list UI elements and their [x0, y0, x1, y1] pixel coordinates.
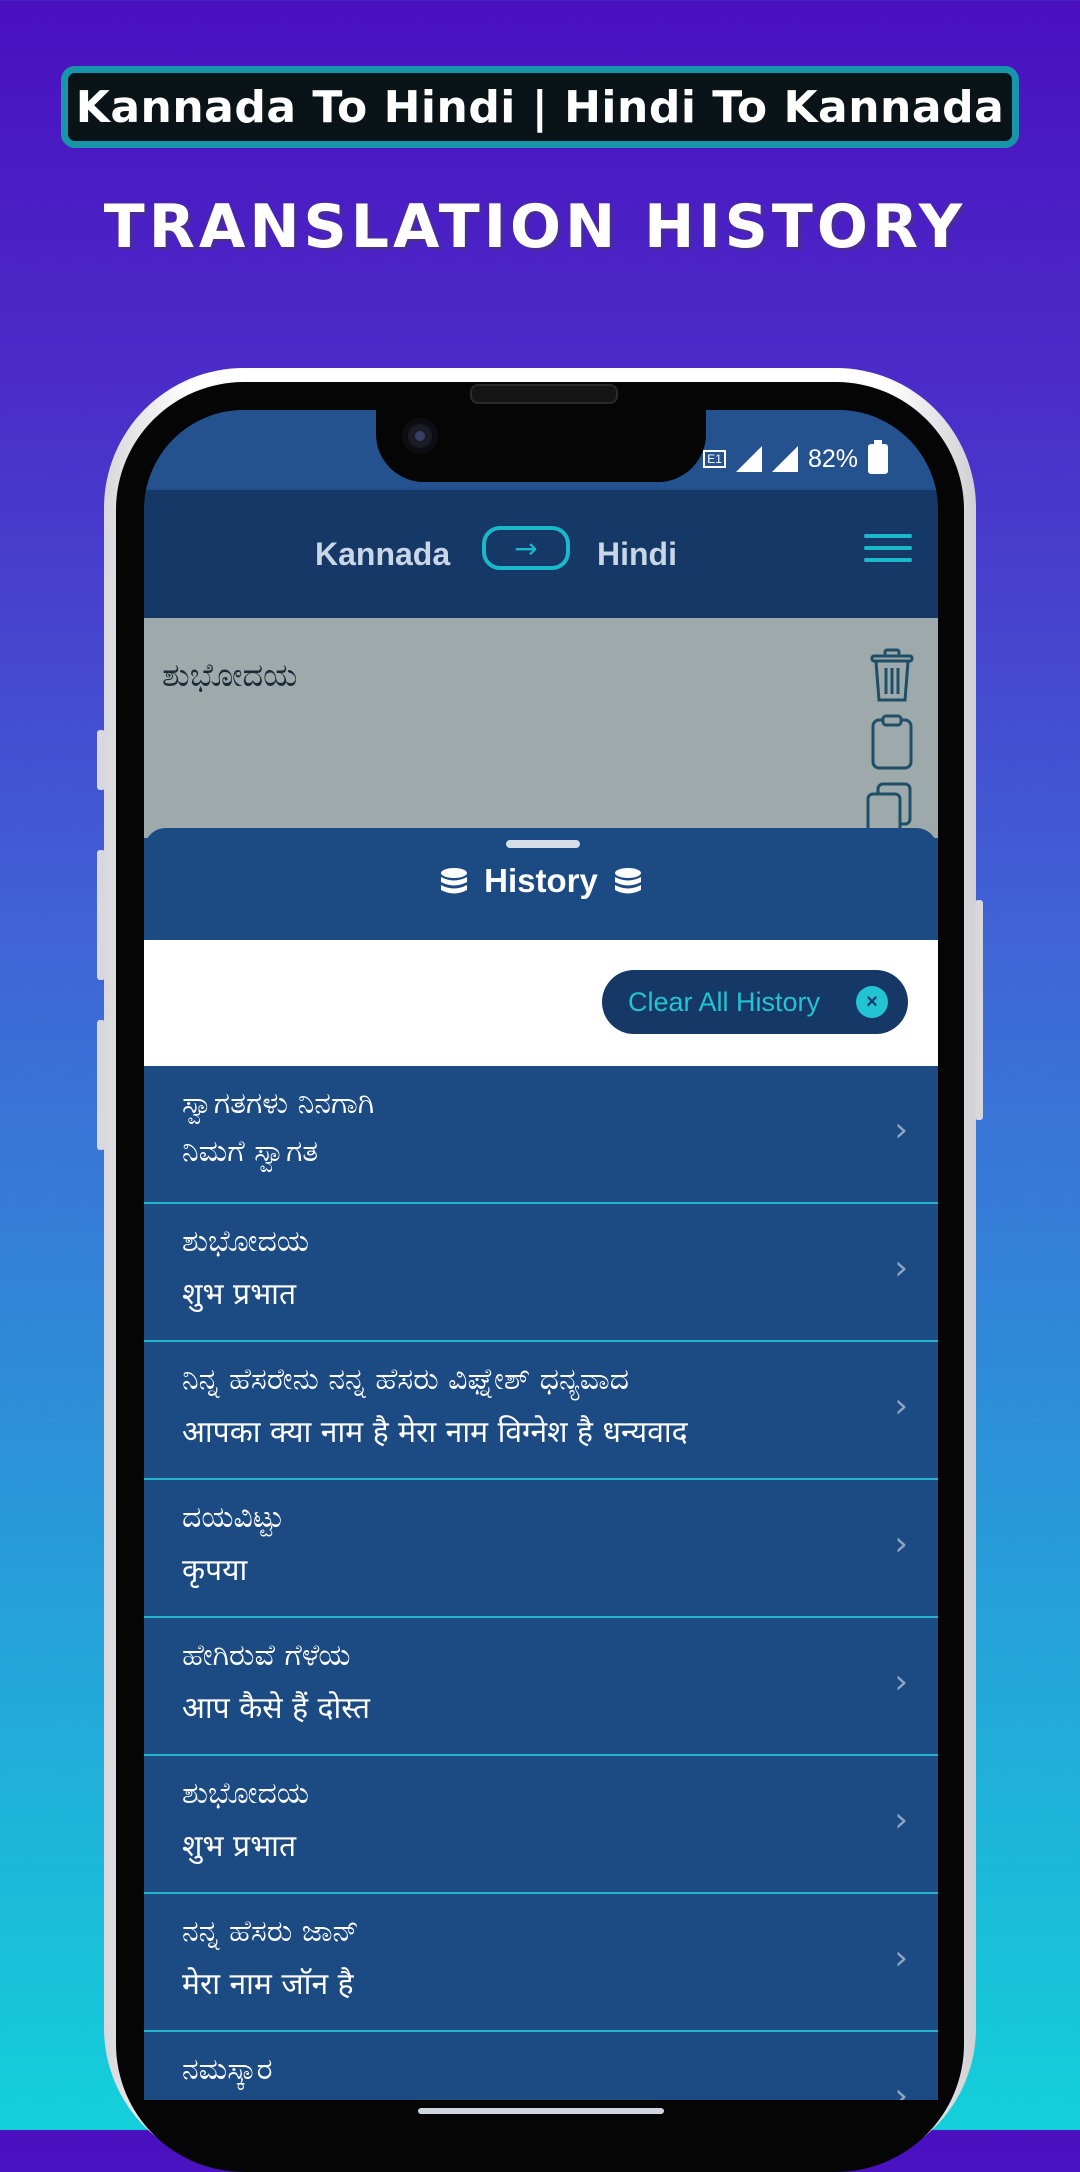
- history-item[interactable]: ಶುಭೋದಯ शुभ प्रभात ›: [144, 1756, 938, 1894]
- history-item-hindi: ನಿಮಗೆ ಸ್ವಾಗತ: [182, 1134, 319, 1169]
- signal-icon: [735, 446, 762, 472]
- history-item-hindi: शुभ प्रभात: [182, 1277, 297, 1312]
- home-indicator[interactable]: [418, 2108, 664, 2114]
- history-item-kannada: ಸ್ವಾಗತಗಳು ನಿನಗಾಗಿ: [182, 1086, 375, 1121]
- history-item[interactable]: ಸ್ವಾಗತಗಳು ನಿನಗಾಗಿ ನಿಮಗೆ ಸ್ವಾಗತ ›: [144, 1066, 938, 1204]
- history-list: ಸ್ವಾಗತಗಳು ನಿನಗಾಗಿ ನಿಮಗೆ ಸ್ವಾಗತ › ಶುಭೋದಯ …: [144, 1066, 938, 2100]
- input-area[interactable]: ಶುಭೋದಯ: [144, 618, 938, 838]
- clear-all-history-label: Clear All History: [628, 986, 821, 1017]
- app-bar: Kannada → Hindi: [144, 490, 938, 618]
- phone-volume-up: [97, 850, 105, 980]
- phone-volume-down: [97, 1020, 105, 1150]
- history-item-kannada: ದಯವಿಟ್ಟು: [182, 1500, 285, 1535]
- signal-icon-2: [771, 446, 798, 472]
- history-item[interactable]: ಶುಭೋದಯ शुभ प्रभात ›: [144, 1204, 938, 1342]
- swap-language-button[interactable]: →: [482, 526, 570, 570]
- hamburger-menu-button[interactable]: [864, 534, 912, 570]
- promo-banner: Kannada To Hindi | Hindi To Kannada: [61, 66, 1019, 148]
- chevron-right-icon: ›: [894, 1662, 908, 1702]
- chevron-right-icon: ›: [894, 1938, 908, 1978]
- chevron-right-icon: ›: [894, 1248, 908, 1288]
- phone-speaker: [470, 384, 618, 404]
- chevron-right-icon: ›: [894, 2076, 908, 2100]
- history-item-hindi: कृपया: [182, 1553, 248, 1588]
- history-item-kannada: ನಿನ್ನ ಹೆಸರೇನು ನನ್ನ ಹೆಸರು ವಿಘ್ನೇಶ್ ಧನ್ಯವಾ…: [182, 1362, 630, 1397]
- history-item-kannada: ಶುಭೋದಯ: [182, 1224, 309, 1259]
- battery-level: 82%: [807, 444, 858, 473]
- source-language[interactable]: Kannada: [315, 536, 450, 573]
- close-icon: ×: [856, 986, 888, 1018]
- history-item-hindi: आपका क्या नाम है मेरा नाम विग्नेश है धन्…: [182, 1415, 688, 1450]
- input-text[interactable]: ಶುಭೋದಯ: [162, 656, 297, 695]
- sheet-drag-handle[interactable]: [506, 840, 580, 848]
- history-item-kannada: ನಮಸ್ಕಾರ: [182, 2052, 273, 2087]
- chevron-right-icon: ›: [894, 1110, 908, 1150]
- history-item-kannada: ಶುಭೋದಯ: [182, 1776, 309, 1811]
- chevron-right-icon: ›: [894, 1386, 908, 1426]
- database-icon: [440, 868, 467, 894]
- status-icons: E1 82%: [703, 440, 888, 474]
- history-item[interactable]: ನನ್ನ ಹೆಸರು ಜಾನ್ मेरा नाम जॉन है ›: [144, 1894, 938, 2032]
- chevron-right-icon: ›: [894, 1524, 908, 1564]
- history-title-label: History: [484, 862, 598, 899]
- phone-screen: E1 82% Kannada → Hindi ಶುಭೋದಯ History Cl…: [144, 410, 938, 2100]
- history-item[interactable]: ನಿನ್ನ ಹೆಸರೇನು ನನ್ನ ಹೆಸರು ವಿಘ್ನೇಶ್ ಧನ್ಯವಾ…: [144, 1342, 938, 1480]
- battery-icon: [868, 440, 888, 474]
- clipboard-icon[interactable]: [868, 714, 916, 772]
- banner-title: Kannada To Hindi | Hindi To Kannada: [75, 81, 1005, 133]
- history-item-hindi: शुभ प्रभात: [182, 1829, 297, 1864]
- promo-headline: TRANSLATION HISTORY: [103, 192, 967, 262]
- history-item-hindi: आप कैसे हैं दोस्त: [182, 1691, 371, 1726]
- database-icon: [615, 868, 642, 894]
- history-item[interactable]: ಹೇಗಿರುವೆ ಗೆಳೆಯ आप कैसे हैं दोस्त ›: [144, 1618, 938, 1756]
- phone-side-button: [97, 730, 105, 790]
- arrow-right-icon: →: [514, 531, 538, 565]
- trash-icon[interactable]: [868, 648, 916, 704]
- chevron-right-icon: ›: [894, 1800, 908, 1840]
- history-item-kannada: ನನ್ನ ಹೆಸರು ಜಾನ್: [182, 1914, 359, 1949]
- lte-icon: E1: [703, 450, 726, 468]
- history-item[interactable]: ನಮಸ್ಕಾರ ›: [144, 2032, 938, 2100]
- target-language[interactable]: Hindi: [597, 536, 677, 573]
- phone-power-button: [975, 900, 983, 1120]
- history-sheet: History Clear All History × ಸ್ವಾಗತಗಳು ನಿ…: [144, 828, 938, 2100]
- history-item-kannada: ಹೇಗಿರುವೆ ಗೆಳೆಯ: [182, 1638, 351, 1673]
- history-item[interactable]: ದಯವಿಟ್ಟು कृपया ›: [144, 1480, 938, 1618]
- clear-history-bar: Clear All History ×: [144, 940, 938, 1066]
- history-item-hindi: मेरा नाम जॉन है: [182, 1967, 354, 2002]
- history-title: History: [144, 862, 938, 900]
- front-camera: [402, 418, 438, 454]
- clear-all-history-button[interactable]: Clear All History ×: [602, 970, 908, 1034]
